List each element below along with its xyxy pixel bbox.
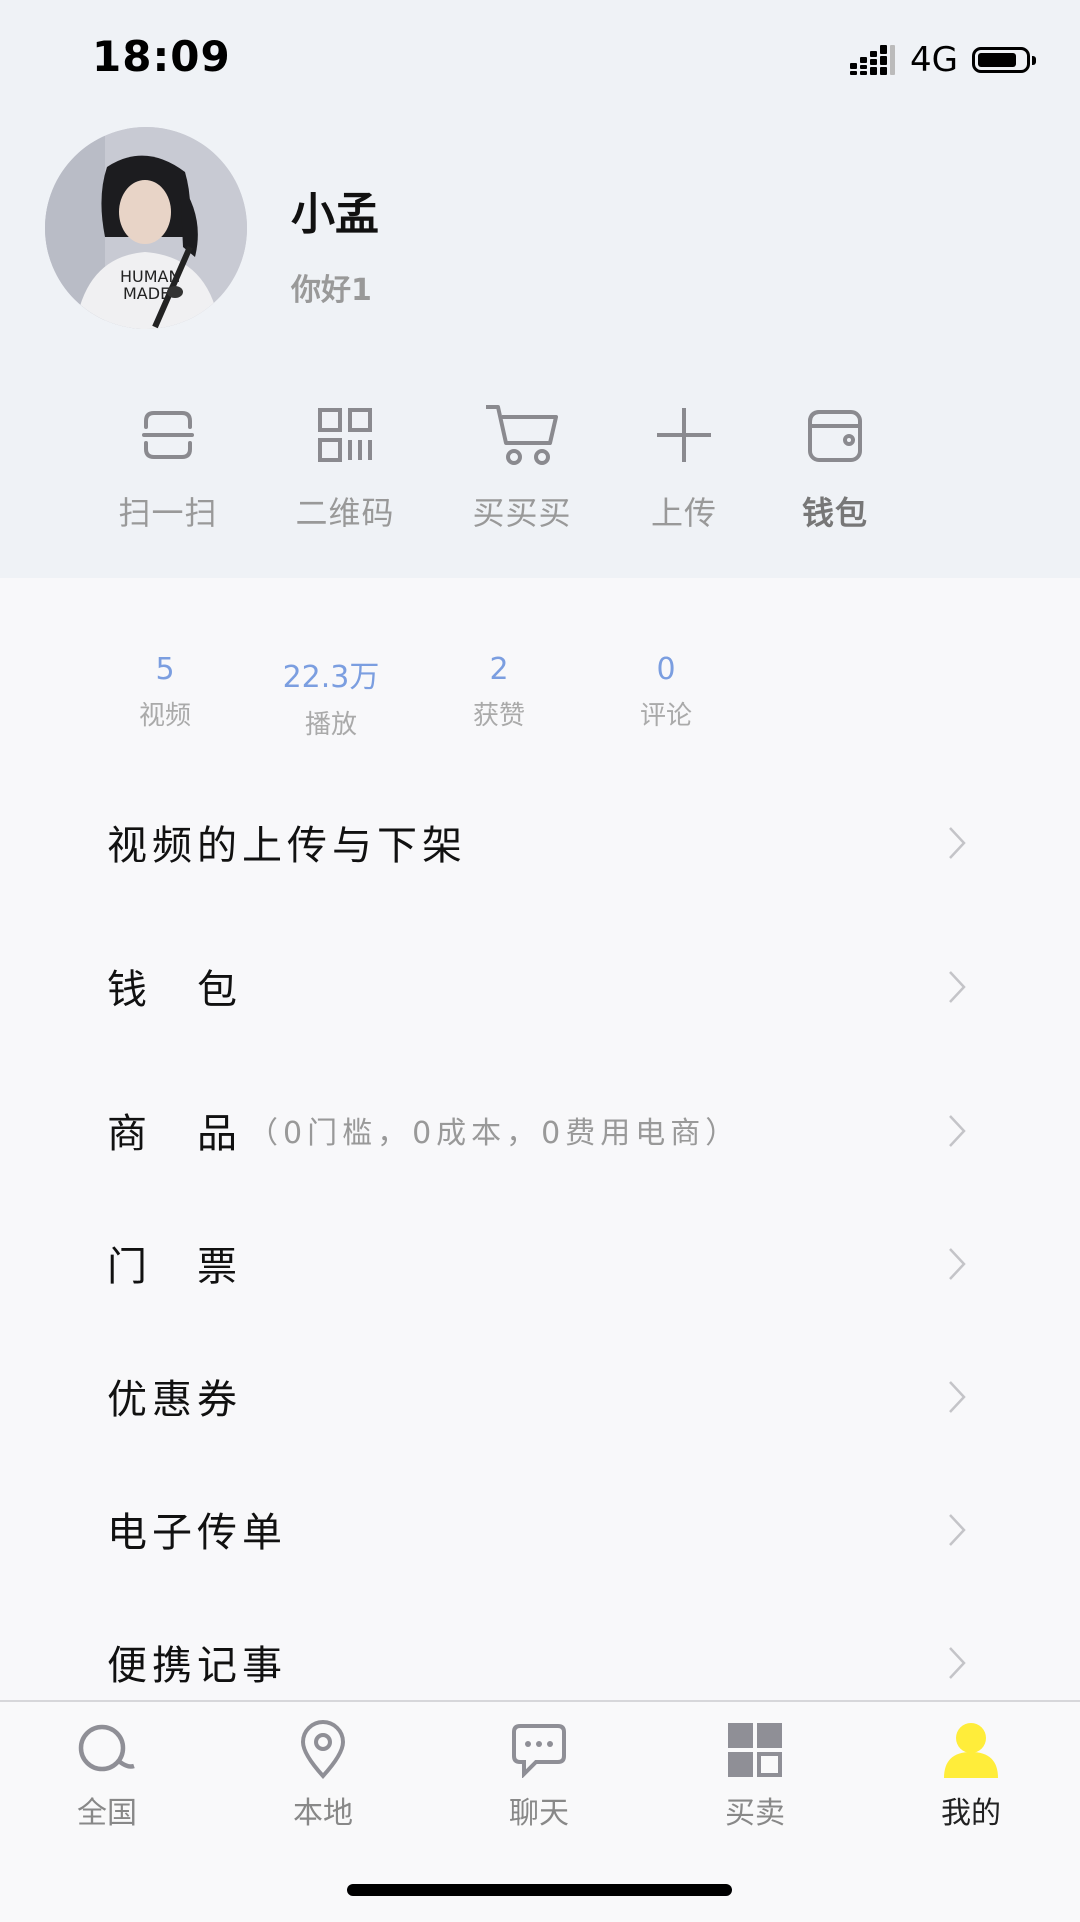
tab-label: 本地 <box>293 1796 353 1831</box>
qrcode-label: 二维码 <box>295 494 395 532</box>
chevron-right-icon <box>947 1247 967 1285</box>
qrcode-button[interactable]: 二维码 <box>275 400 415 534</box>
menu-item-label: 钱 包 <box>107 967 242 1013</box>
menu-item-label: 便携记事 <box>107 1643 287 1689</box>
wallet-label: 钱包 <box>801 494 868 532</box>
scan-button[interactable]: 扫一扫 <box>98 400 238 534</box>
scan-icon <box>98 400 238 470</box>
tab-label: 聊天 <box>509 1796 569 1831</box>
stat-videos[interactable]: 5 视频 <box>95 652 235 732</box>
stat-plays-label: 播放 <box>304 710 357 740</box>
stat-comments-label: 评论 <box>639 701 692 731</box>
stat-likes[interactable]: 2 获赞 <box>429 652 569 732</box>
tab-local[interactable]: 本地 <box>253 1718 393 1832</box>
chat-bubble-icon <box>469 1718 609 1782</box>
stat-likes-label: 获赞 <box>472 701 525 731</box>
cart-icon <box>452 400 592 470</box>
tab-label: 全国 <box>77 1796 137 1831</box>
menu-item-products[interactable]: 商 品 （0门槛，0成本，0费用电商） <box>107 1090 967 1170</box>
tab-label: 买卖 <box>725 1796 785 1831</box>
tab-chat[interactable]: 聊天 <box>469 1718 609 1832</box>
menu-item-label: 商 品 <box>107 1111 242 1157</box>
menu-item-label: 优惠券 <box>107 1377 242 1423</box>
search-icon <box>37 1718 177 1782</box>
tab-mine[interactable]: 我的 <box>901 1718 1041 1832</box>
grid-icon <box>685 1718 825 1782</box>
stat-comments-value: 0 <box>656 652 676 687</box>
qrcode-icon <box>275 400 415 470</box>
menu-item-label: 视频的上传与下架 <box>107 823 467 869</box>
menu-item-video-manage[interactable]: 视频的上传与下架 <box>107 802 967 882</box>
svg-text:MADE: MADE <box>123 284 170 303</box>
chevron-right-icon <box>947 1513 967 1551</box>
stat-likes-value: 2 <box>489 652 509 687</box>
user-icon <box>901 1718 1041 1782</box>
scan-label: 扫一扫 <box>118 494 218 532</box>
wallet-button[interactable]: 钱包 <box>765 400 905 534</box>
chevron-right-icon <box>947 826 967 864</box>
cart-button[interactable]: 买买买 <box>452 400 592 534</box>
home-indicator[interactable] <box>347 1884 732 1896</box>
upload-button[interactable]: 上传 <box>614 400 754 534</box>
stat-videos-value: 5 <box>155 652 175 687</box>
menu-item-tickets[interactable]: 门 票 <box>107 1223 967 1303</box>
network-type: 4G <box>910 40 958 80</box>
chevron-right-icon <box>947 1114 967 1152</box>
cart-label: 买买买 <box>472 494 572 532</box>
menu-item-flyers[interactable]: 电子传单 <box>107 1489 967 1569</box>
menu-item-label: 门 票 <box>107 1244 242 1290</box>
menu-item-label: 电子传单 <box>107 1510 287 1556</box>
signal-icon <box>850 45 896 75</box>
chevron-right-icon <box>947 970 967 1008</box>
status-indicators: 4G <box>850 40 1036 80</box>
tab-nationwide[interactable]: 全国 <box>37 1718 177 1832</box>
location-pin-icon <box>253 1718 393 1782</box>
stat-comments[interactable]: 0 评论 <box>596 652 736 732</box>
tab-label: 我的 <box>941 1796 1001 1831</box>
user-bio: 你好1 <box>291 273 372 308</box>
username: 小孟 <box>291 189 379 240</box>
menu-item-subtitle: （0门槛，0成本，0费用电商） <box>248 1116 741 1151</box>
stat-videos-label: 视频 <box>138 701 191 731</box>
plus-icon <box>614 400 754 470</box>
menu-item-wallet[interactable]: 钱 包 <box>107 946 967 1026</box>
menu-item-notes[interactable]: 便携记事 <box>107 1622 967 1702</box>
chevron-right-icon <box>947 1380 967 1418</box>
tab-trade[interactable]: 买卖 <box>685 1718 825 1832</box>
upload-label: 上传 <box>650 494 717 532</box>
stat-plays[interactable]: 22.3万 播放 <box>261 652 401 741</box>
battery-icon <box>972 47 1036 73</box>
menu-item-coupons[interactable]: 优惠券 <box>107 1356 967 1436</box>
wallet-icon <box>765 400 905 470</box>
stat-plays-value: 22.3万 <box>282 660 380 695</box>
chevron-right-icon <box>947 1646 967 1684</box>
status-time: 18:09 <box>92 32 231 81</box>
avatar[interactable]: HUMAN MADE <box>45 127 247 329</box>
